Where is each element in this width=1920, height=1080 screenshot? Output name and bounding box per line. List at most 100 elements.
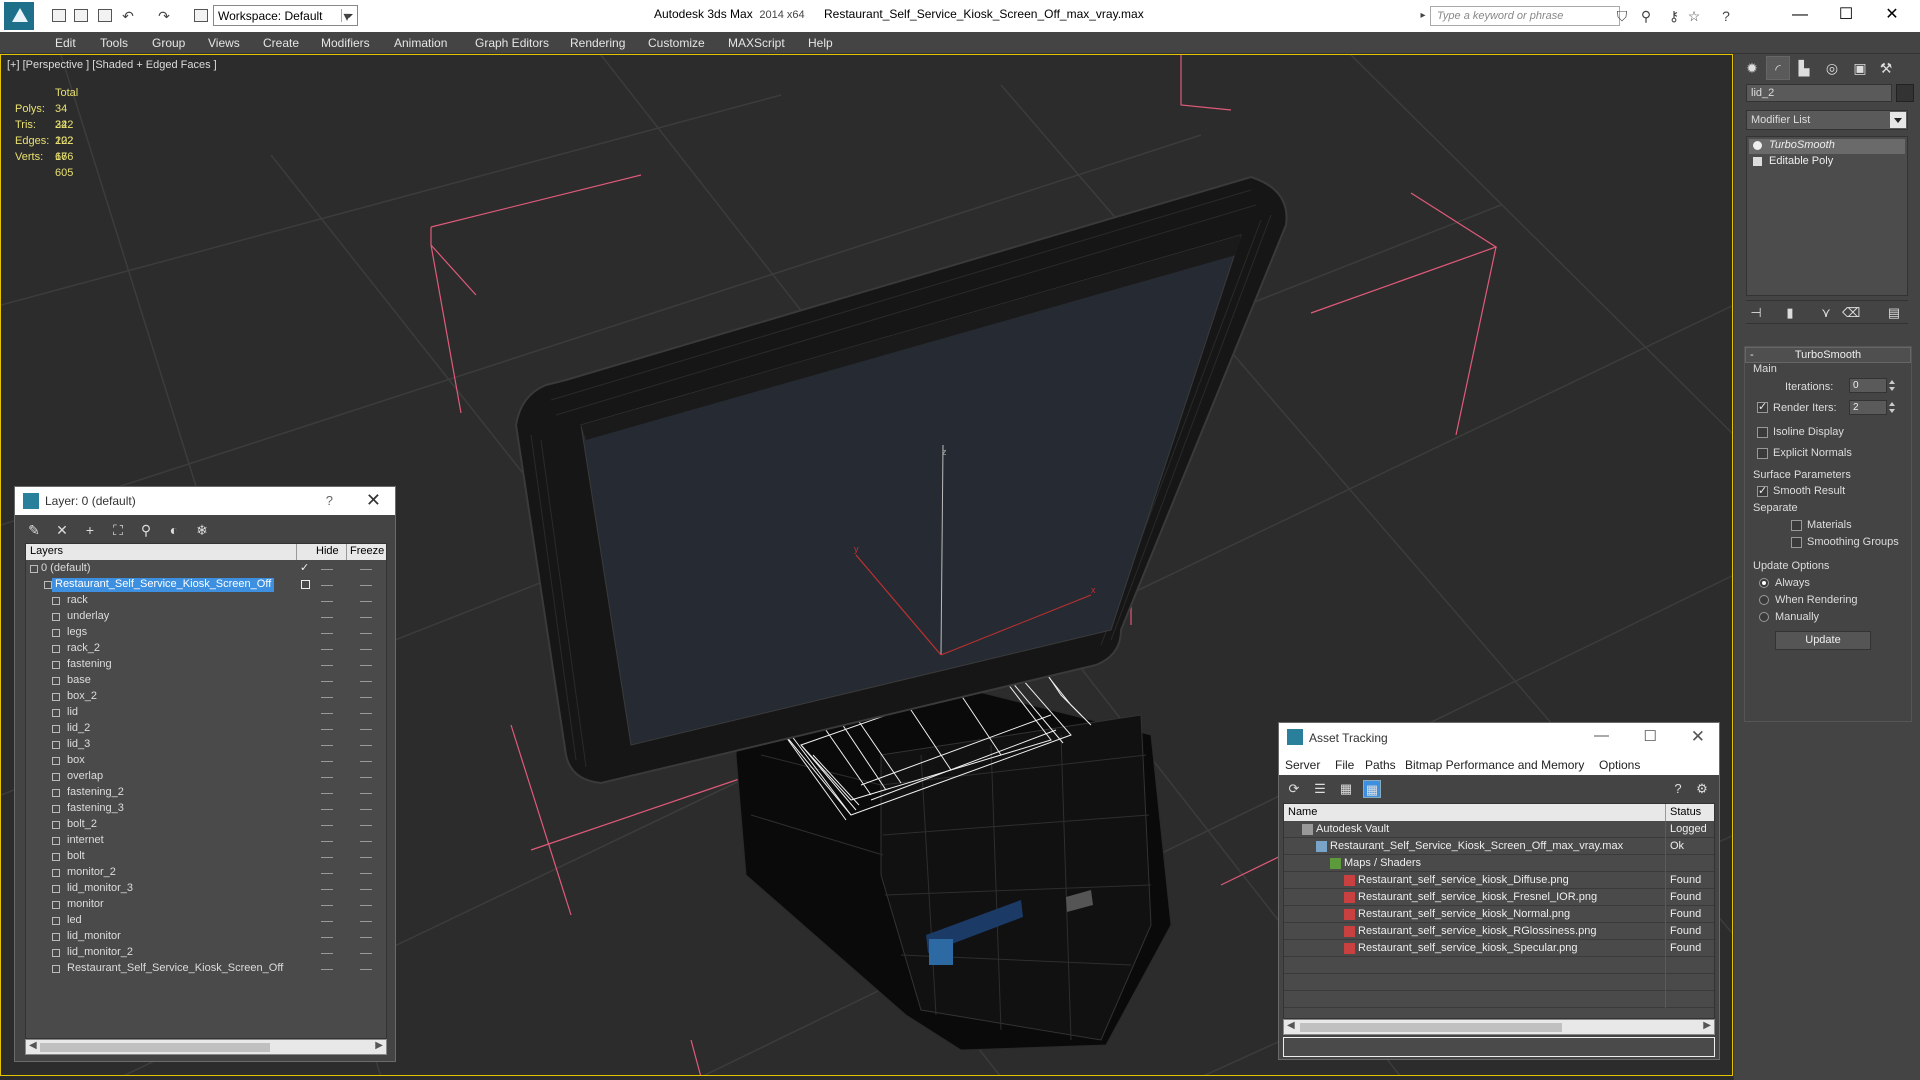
menu-customize[interactable]: Customize — [648, 36, 705, 50]
freeze-toggle[interactable] — [360, 889, 372, 890]
add-to-layer-icon[interactable]: + — [81, 521, 99, 539]
motion-tab-icon[interactable]: ◎ — [1820, 56, 1844, 80]
select-objects-icon[interactable]: ⛶ — [109, 521, 127, 539]
column-name[interactable]: Name — [1288, 806, 1317, 818]
maximize-button[interactable]: ☐ — [1644, 727, 1657, 745]
hide-toggle[interactable] — [321, 633, 333, 634]
freeze-toggle[interactable] — [360, 633, 372, 634]
menu-maxscript[interactable]: MAXScript — [728, 36, 785, 50]
layer-object-row[interactable]: lid_monitor_3 — [26, 881, 386, 897]
menu-rendering[interactable]: Rendering — [570, 36, 625, 50]
hide-toggle[interactable] — [321, 905, 333, 906]
asset-menu-paths[interactable]: Paths — [1365, 758, 1396, 772]
menu-edit[interactable]: Edit — [55, 36, 76, 50]
workspace-menu-icon[interactable]: ▾ — [340, 8, 354, 24]
show-end-result-icon[interactable]: ▮ — [1782, 305, 1798, 321]
key-icon[interactable]: ⚷ — [1666, 8, 1682, 24]
highlight-layer-icon[interactable]: ⚲ — [137, 521, 155, 539]
vault-options-icon[interactable]: ⚙ — [1693, 780, 1711, 798]
menu-create[interactable]: Create — [263, 36, 299, 50]
layer-horizontal-scrollbar[interactable]: ◀ ▶ — [25, 1039, 387, 1055]
configure-sets-icon[interactable]: ▤ — [1886, 305, 1902, 321]
close-button[interactable]: ✕ — [1869, 2, 1915, 28]
hide-toggle[interactable] — [321, 777, 333, 778]
menu-animation[interactable]: Animation — [394, 36, 447, 50]
menu-group[interactable]: Group — [152, 36, 185, 50]
utilities-tab-icon[interactable]: ⚒ — [1874, 56, 1898, 80]
freeze-toggle[interactable] — [360, 905, 372, 906]
hide-toggle[interactable] — [321, 585, 333, 586]
layer-object-row[interactable]: lid_monitor — [26, 929, 386, 945]
freeze-toggle[interactable] — [360, 809, 372, 810]
explicit-normals-checkbox[interactable] — [1757, 448, 1768, 459]
column-layers[interactable]: Layers — [30, 545, 63, 557]
smooth-result-checkbox[interactable] — [1757, 484, 1768, 497]
asset-menu-bitmap-performance[interactable]: Bitmap Performance and Memory — [1405, 758, 1584, 772]
layer-object-row[interactable]: fastening_2 — [26, 785, 386, 801]
hide-toggle[interactable] — [321, 889, 333, 890]
layer-object-row[interactable]: lid_3 — [26, 737, 386, 753]
layer-object-row[interactable]: box — [26, 753, 386, 769]
layer-row-default[interactable]: 0 (default) ✓ — [26, 561, 386, 577]
create-tab-icon[interactable]: ✹ — [1740, 56, 1764, 80]
layer-object-row[interactable]: overlap — [26, 769, 386, 785]
minimize-button[interactable]: — — [1777, 2, 1823, 28]
hide-toggle[interactable] — [321, 873, 333, 874]
freeze-toggle[interactable] — [360, 665, 372, 666]
layer-object-row[interactable]: led — [26, 913, 386, 929]
hide-toggle[interactable] — [321, 809, 333, 810]
hide-toggle[interactable] — [321, 745, 333, 746]
layer-object-row[interactable]: rack_2 — [26, 641, 386, 657]
hide-toggle[interactable] — [321, 937, 333, 938]
freeze-toggle[interactable] — [360, 617, 372, 618]
layer-object-row[interactable]: base — [26, 673, 386, 689]
freeze-toggle[interactable] — [360, 729, 372, 730]
hide-toggle[interactable] — [321, 857, 333, 858]
column-status[interactable]: Status — [1670, 806, 1701, 818]
asset-dialog-titlebar[interactable]: Asset Tracking — ☐ ✕ — [1279, 723, 1719, 753]
remove-modifier-icon[interactable]: ⌫ — [1842, 305, 1860, 321]
layer-object-row[interactable]: fastening — [26, 657, 386, 673]
asset-path-field[interactable] — [1283, 1037, 1715, 1057]
layer-object-row[interactable]: lid_2 — [26, 721, 386, 737]
create-layer-icon[interactable]: ✎ — [25, 521, 43, 539]
binoculars-icon[interactable]: ⛉ — [1614, 8, 1630, 24]
layer-dialog-titlebar[interactable]: Layer: 0 (default) ? ✕ — [15, 487, 395, 515]
freeze-all-icon[interactable]: ❄ — [193, 521, 211, 539]
freeze-toggle[interactable] — [360, 681, 372, 682]
layer-object-row[interactable]: Restaurant_Self_Service_Kiosk_Screen_Off — [26, 961, 386, 977]
make-unique-icon[interactable]: ⋎ — [1818, 305, 1834, 321]
object-color-swatch[interactable] — [1896, 84, 1914, 102]
manually-radio[interactable] — [1759, 612, 1769, 622]
freeze-toggle[interactable] — [360, 953, 372, 954]
hide-all-icon[interactable]: ◐ — [165, 521, 183, 539]
asset-row[interactable]: Restaurant_self_service_kiosk_Diffuse.pn… — [1284, 872, 1714, 889]
layer-object-row[interactable]: bolt_2 — [26, 817, 386, 833]
stack-item-turbosmooth[interactable]: TurboSmooth — [1749, 139, 1905, 154]
freeze-toggle[interactable] — [360, 585, 372, 586]
asset-row[interactable]: Restaurant_self_service_kiosk_Normal.png… — [1284, 906, 1714, 923]
freeze-toggle[interactable] — [360, 857, 372, 858]
when-rendering-radio[interactable] — [1759, 595, 1769, 605]
project-folder-icon[interactable] — [194, 9, 208, 22]
render-iters-spinner[interactable]: 2 — [1849, 400, 1887, 415]
freeze-toggle[interactable] — [360, 601, 372, 602]
current-layer-check-icon[interactable]: ✓ — [300, 561, 309, 574]
layer-object-row[interactable]: box_2 — [26, 689, 386, 705]
list-view-icon[interactable]: ☰ — [1311, 780, 1329, 798]
help-icon[interactable]: ? — [1718, 8, 1734, 24]
hide-toggle[interactable] — [321, 665, 333, 666]
freeze-toggle[interactable] — [360, 793, 372, 794]
layer-object-row[interactable]: monitor — [26, 897, 386, 913]
render-iters-spinner-arrows[interactable] — [1888, 400, 1897, 415]
hide-toggle[interactable] — [321, 841, 333, 842]
layer-object-row[interactable]: lid_monitor_2 — [26, 945, 386, 961]
scroll-left-icon[interactable]: ◀ — [29, 1040, 37, 1051]
hierarchy-tab-icon[interactable]: ▙ — [1792, 56, 1816, 80]
freeze-toggle[interactable] — [360, 777, 372, 778]
open-file-icon[interactable] — [74, 9, 88, 22]
display-tab-icon[interactable]: ▣ — [1848, 56, 1872, 80]
hide-toggle[interactable] — [321, 601, 333, 602]
always-radio[interactable] — [1759, 578, 1769, 588]
new-file-icon[interactable] — [52, 9, 66, 22]
